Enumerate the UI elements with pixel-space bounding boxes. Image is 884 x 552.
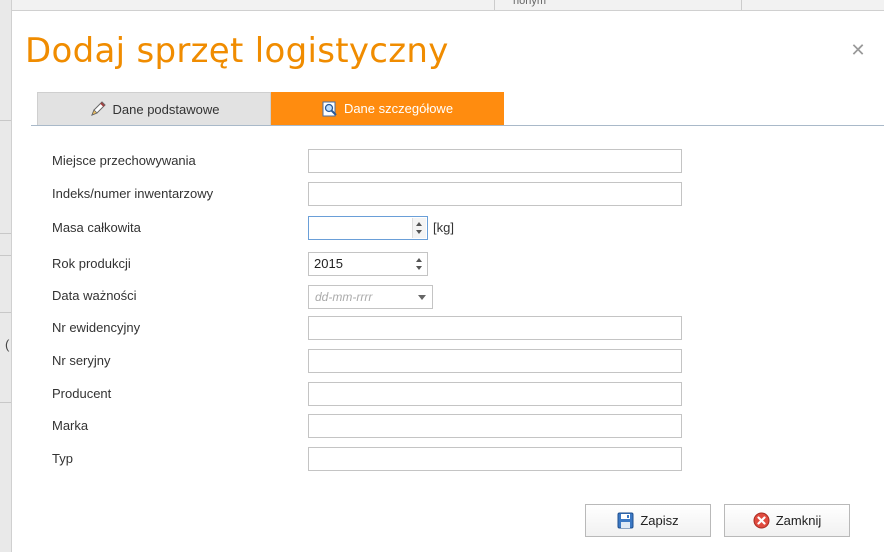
search-document-icon [322, 101, 338, 117]
production-year-stepper[interactable]: 2015 [308, 252, 428, 276]
production-year-value: 2015 [314, 256, 343, 271]
producer-label: Producent [52, 386, 112, 401]
background-line [0, 402, 11, 403]
total-mass-label: Masa całkowita [52, 220, 141, 235]
background-text: nonym [513, 0, 547, 7]
expiry-date-placeholder: dd-mm-rrrr [315, 290, 373, 304]
registry-number-label: Nr ewidencyjny [52, 320, 141, 335]
type-input[interactable] [308, 447, 682, 471]
inventory-index-input[interactable] [308, 182, 682, 206]
background-top-bar: nonym [11, 0, 884, 11]
background-fragment: ( [5, 337, 10, 352]
save-button[interactable]: Zapisz [585, 504, 711, 537]
producer-input[interactable] [308, 382, 682, 406]
inventory-index-label: Indeks/numer inwentarzowy [52, 186, 214, 201]
chevron-down-icon[interactable] [418, 295, 426, 300]
dialog-title: Dodaj sprzęt logistyczny [25, 31, 449, 71]
pencil-icon [89, 100, 107, 118]
storage-place-label: Miejsce przechowywania [52, 153, 196, 168]
background-line [0, 312, 11, 313]
registry-number-input[interactable] [308, 316, 682, 340]
total-mass-unit: [kg] [433, 220, 454, 235]
add-equipment-dialog: Dodaj sprzęt logistyczny ✕ Dane podstawo… [12, 11, 884, 552]
serial-number-label: Nr seryjny [52, 353, 111, 368]
stepper-arrows-icon[interactable] [413, 254, 426, 274]
brand-input[interactable] [308, 414, 682, 438]
background-line [0, 120, 11, 121]
close-button-label: Zamknij [775, 513, 822, 528]
save-button-label: Zapisz [640, 513, 679, 528]
red-x-icon [753, 512, 770, 529]
stepper-arrows-icon[interactable] [412, 218, 426, 238]
background-line [0, 233, 11, 234]
expiry-date-picker[interactable]: dd-mm-rrrr [308, 285, 433, 309]
close-button[interactable]: Zamknij [724, 504, 850, 537]
tab-detailed-data[interactable]: Dane szczegółowe [271, 92, 504, 125]
expiry-date-label: Data ważności [52, 288, 137, 303]
type-label: Typ [52, 451, 73, 466]
background-left-strip [0, 0, 12, 552]
total-mass-stepper[interactable] [308, 216, 428, 240]
background-divider [494, 0, 495, 10]
floppy-disk-icon [617, 512, 634, 529]
tab-basic-data[interactable]: Dane podstawowe [37, 92, 271, 125]
background-divider [741, 0, 742, 10]
background-line [0, 255, 11, 256]
brand-label: Marka [52, 418, 89, 433]
close-icon[interactable]: ✕ [848, 40, 868, 60]
storage-place-input[interactable] [308, 149, 682, 173]
tab-basic-data-label: Dane podstawowe [112, 101, 220, 117]
tabs-divider [31, 125, 884, 126]
production-year-label: Rok produkcji [52, 256, 131, 271]
serial-number-input[interactable] [308, 349, 682, 373]
tab-detailed-data-label: Dane szczegółowe [343, 101, 454, 116]
